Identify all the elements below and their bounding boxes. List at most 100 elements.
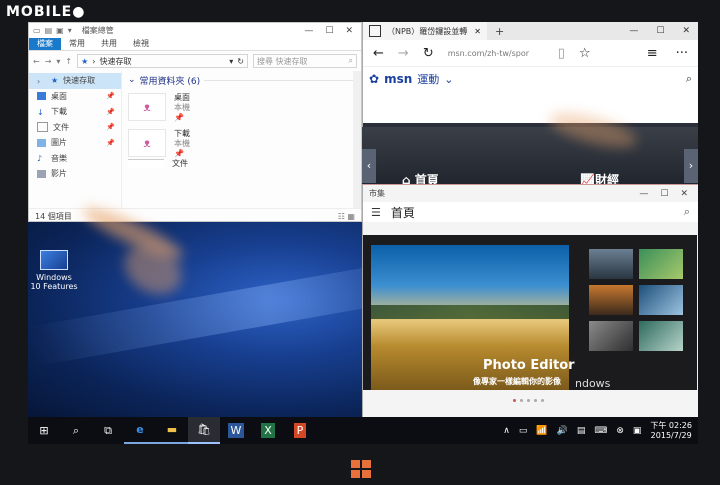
show-hidden-icons-icon[interactable]: ∧: [503, 426, 510, 436]
address-bar[interactable]: ★ › 快速存取 ▾ ↻: [77, 54, 248, 68]
featured-hero[interactable]: Photo Editor 像專家一樣編輯你的影像 ndows: [363, 235, 697, 390]
carousel-dot[interactable]: [541, 399, 544, 402]
task-view-button[interactable]: ⧉: [92, 417, 124, 444]
maximize-icon[interactable]: ☐: [325, 26, 333, 36]
group-header[interactable]: ⌄ 常用資料夾 (6): [128, 73, 355, 87]
edge-browser-window[interactable]: （NPB）羅岱鑼設並轉3 ✕ + — ☐ ✕ ← → ↻ msn.com/zh-…: [362, 22, 698, 127]
up-arrow-icon[interactable]: ↑: [65, 57, 72, 66]
keyboard-icon[interactable]: ⌨: [594, 426, 607, 436]
refresh-icon[interactable]: ↻: [237, 57, 244, 66]
tile-image[interactable]: [639, 321, 683, 351]
section-dropdown[interactable]: 運動: [417, 71, 439, 87]
nav-item-music[interactable]: ♪ 音樂: [29, 151, 121, 167]
tab-home[interactable]: 常用: [61, 38, 93, 50]
address-dropdown-icon[interactable]: ▾: [229, 57, 233, 66]
wifi-icon[interactable]: 📶: [536, 426, 547, 436]
back-arrow-icon[interactable]: ←: [373, 46, 384, 61]
action-center-icon[interactable]: ▤: [577, 426, 586, 436]
tab-file[interactable]: 檔案: [29, 38, 61, 50]
tab-bar: （NPB）羅岱鑼設並轉3 ✕ + — ☐ ✕: [363, 22, 698, 40]
nav-item-pictures[interactable]: 圖片 📌: [29, 135, 121, 151]
window-controls: — ☐ ✕: [639, 189, 692, 199]
tab-share[interactable]: 共用: [93, 38, 125, 50]
next-arrow-icon[interactable]: ›: [684, 149, 698, 183]
word-taskbar-button[interactable]: W: [220, 417, 252, 444]
properties-icon[interactable]: ▤: [45, 26, 53, 35]
url-field[interactable]: msn.com/zh-tw/spor: [448, 49, 544, 58]
more-icon[interactable]: ···: [676, 46, 688, 61]
nav-item-desktop[interactable]: 桌面 📌: [29, 89, 121, 105]
nav-label: 下載: [51, 107, 67, 117]
maximize-icon[interactable]: ☐: [660, 189, 668, 199]
tile-image[interactable]: [589, 285, 633, 315]
edge-taskbar-button[interactable]: e: [124, 417, 156, 444]
nav-item-videos[interactable]: 影片: [29, 166, 121, 182]
explorer-titlebar[interactable]: ▭ ▤ ▣ ▾ 檔案總管 — ☐ ✕: [29, 23, 361, 38]
close-icon[interactable]: ✕: [680, 189, 688, 199]
new-tab-icon[interactable]: +: [495, 25, 504, 38]
nav-item-quick-access[interactable]: › ★ 快速存取: [29, 73, 121, 89]
minimize-icon[interactable]: —: [629, 26, 638, 36]
file-explorer-window[interactable]: ▭ ▤ ▣ ▾ 檔案總管 — ☐ ✕ 檔案 常用 共用 檢視 ← → ▾ ↑ ★…: [28, 22, 362, 222]
search-button[interactable]: ⌕: [60, 417, 92, 444]
explorer-taskbar-button[interactable]: ▬: [156, 417, 188, 444]
excel-taskbar-button[interactable]: X: [252, 417, 284, 444]
nav-label: 文件: [53, 122, 69, 132]
tile-image[interactable]: [639, 249, 683, 279]
refresh-icon[interactable]: ↻: [423, 46, 434, 61]
notification-icon[interactable]: ⊗: [616, 426, 624, 436]
minimize-icon[interactable]: —: [304, 26, 313, 36]
search-box[interactable]: 搜尋 快速存取 ⌕: [253, 54, 357, 68]
browser-tab[interactable]: （NPB）羅岱鑼設並轉3 ✕: [363, 22, 487, 40]
nav-item-documents[interactable]: 文件 📌: [29, 120, 121, 136]
close-icon[interactable]: ✕: [345, 26, 353, 36]
start-button[interactable]: ⊞: [28, 417, 60, 444]
forward-arrow-icon[interactable]: →: [398, 46, 409, 61]
tile-image[interactable]: [589, 249, 633, 279]
clock[interactable]: 下午 02:26 2015/7/29: [650, 421, 692, 441]
windows-hardware-logo-icon[interactable]: [351, 460, 371, 478]
search-icon[interactable]: ⌕: [684, 205, 690, 219]
store-app-window[interactable]: 市集 — ☐ ✕ ☰ 首頁 ⌕ Photo Editor 像專家一樣編輯你的影像…: [362, 184, 698, 418]
tile-image[interactable]: [589, 321, 633, 351]
back-arrow-icon[interactable]: ←: [33, 57, 40, 66]
maximize-icon[interactable]: ☐: [656, 26, 664, 36]
carousel-dot[interactable]: [534, 399, 537, 402]
battery-icon[interactable]: ▭: [519, 426, 528, 436]
recent-chevron-icon[interactable]: ▾: [56, 57, 60, 66]
clock-date: 2015/7/29: [650, 430, 692, 440]
desktop-icon-windows10-features[interactable]: Windows 10 Features: [30, 250, 78, 291]
new-folder-icon[interactable]: ▣: [56, 26, 64, 35]
photo-grid: [589, 249, 691, 351]
list-item[interactable]: ᴥ 下載 本機 📌: [128, 129, 355, 159]
hamburger-menu-icon[interactable]: ☰: [371, 206, 381, 219]
hub-icon[interactable]: ≡: [647, 46, 658, 61]
msn-logo[interactable]: msn: [384, 72, 412, 86]
powerpoint-taskbar-button[interactable]: P: [284, 417, 316, 444]
carousel-dot[interactable]: [527, 399, 530, 402]
volume-icon[interactable]: 🔊: [557, 426, 568, 436]
reading-view-icon[interactable]: ▯: [558, 46, 565, 61]
store-titlebar[interactable]: 市集 — ☐ ✕: [363, 185, 698, 202]
search-icon[interactable]: ⌕: [686, 72, 692, 86]
minimize-icon[interactable]: —: [639, 189, 648, 199]
store-taskbar-button[interactable]: 🛍: [188, 417, 220, 444]
list-item[interactable]: 文件: [128, 159, 355, 169]
tile-image[interactable]: [639, 285, 683, 315]
carousel-dots[interactable]: [513, 399, 544, 402]
nav-label: 影片: [51, 169, 67, 179]
favorite-star-icon[interactable]: ☆: [579, 46, 591, 61]
nav-item-downloads[interactable]: ↓ 下載 📌: [29, 104, 121, 120]
language-icon[interactable]: ▣: [633, 426, 642, 436]
tab-view[interactable]: 檢視: [125, 38, 157, 50]
list-item[interactable]: ᴥ 桌面 本機 📌: [128, 93, 355, 123]
prev-arrow-icon[interactable]: ‹: [362, 149, 376, 183]
forward-arrow-icon[interactable]: →: [45, 57, 52, 66]
close-icon[interactable]: ✕: [682, 26, 690, 36]
view-toggle-icons[interactable]: ☷ ▦: [338, 212, 355, 221]
chevron-down-icon[interactable]: ▾: [68, 26, 72, 35]
carousel-dot[interactable]: [513, 399, 516, 402]
carousel-dot[interactable]: [520, 399, 523, 402]
close-tab-icon[interactable]: ✕: [474, 27, 481, 36]
vertical-scrollbar[interactable]: [353, 71, 361, 208]
